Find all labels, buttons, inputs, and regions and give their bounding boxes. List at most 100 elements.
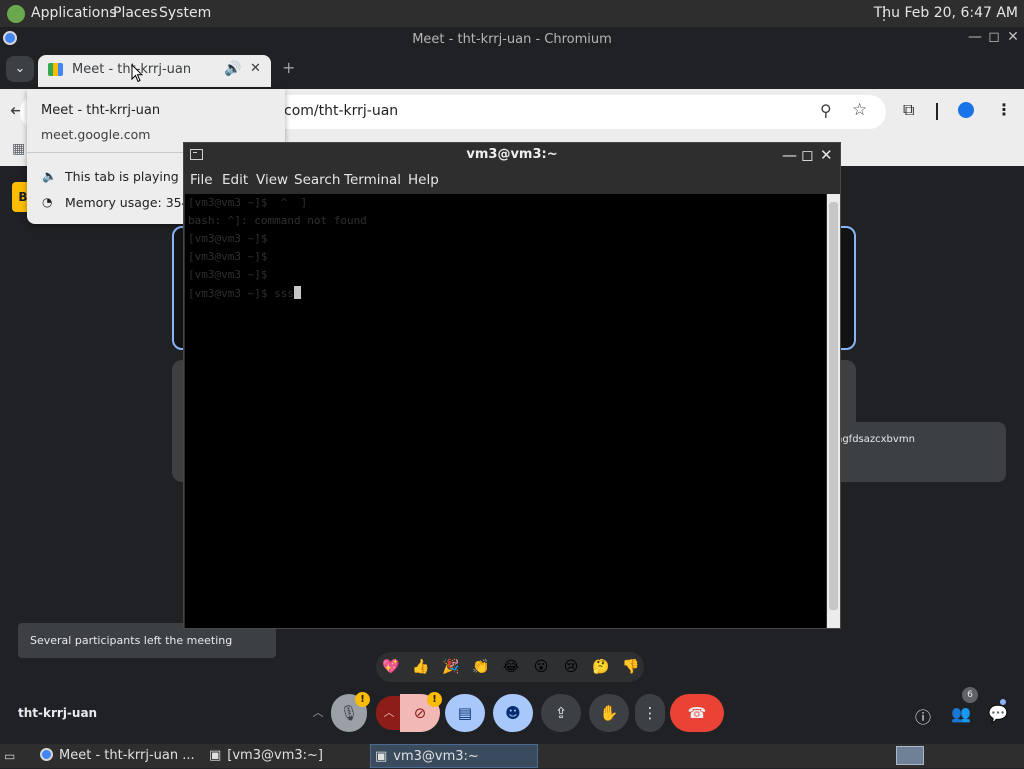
scrollbar-thumb[interactable] — [829, 202, 838, 610]
reaction-heart-icon[interactable]: 💖 — [381, 657, 401, 677]
taskbar-item-label: Meet - tht-krrj-uan ... — [59, 748, 195, 763]
people-icon[interactable]: 👥 — [951, 704, 971, 723]
workspace-switcher[interactable] — [896, 746, 924, 765]
taskbar-item-label: vm3@vm3:~ — [393, 749, 479, 764]
reaction-thumbs-down-icon[interactable]: 👎 — [621, 657, 641, 677]
speaker-icon: 🔈 — [42, 169, 57, 183]
reactions-button[interactable]: ☻ — [493, 694, 533, 732]
terminal-menu-view[interactable]: View — [256, 172, 288, 188]
close-window-button[interactable]: ✕ — [1004, 29, 1022, 45]
bookmark-star-icon[interactable]: ☆ — [852, 100, 867, 120]
taskbar-item-terminal-active[interactable]: ▣ vm3@vm3:~ — [370, 744, 538, 768]
emoji-smile-icon: ☻ — [505, 704, 521, 722]
minimize-button[interactable]: — — [966, 29, 984, 45]
people-count-badge: 6 — [962, 687, 978, 703]
terminal-menu-terminal[interactable]: Terminal — [344, 172, 401, 188]
terminal-menu-help[interactable]: Help — [408, 172, 439, 188]
terminal-maximize-button[interactable]: ◻ — [801, 146, 813, 164]
mouse-pointer-icon — [131, 64, 143, 83]
present-upload-icon: ⇪ — [554, 704, 568, 722]
terminal-icon: ▣ — [209, 748, 222, 763]
kebab-menu-icon[interactable]: ⋮ — [996, 100, 1012, 119]
toolbar-divider — [936, 103, 938, 120]
taskbar-item-browser[interactable]: Meet - tht-krrj-uan ... — [36, 744, 202, 768]
top-panel: Applications Places System Thu Feb 20, 6… — [0, 0, 1024, 27]
raise-hand-button[interactable]: ✋ — [589, 694, 629, 732]
places-menu[interactable]: Places — [113, 5, 158, 21]
terminal-window[interactable]: vm3@vm3:~ — ◻ ✕ File Edit View Search Te… — [183, 142, 841, 629]
terminal-menu-edit[interactable]: Edit — [222, 172, 248, 188]
mic-warning-badge: ! — [355, 692, 370, 707]
reaction-party-icon[interactable]: 🎉 — [441, 657, 461, 677]
captions-button[interactable]: ▤ — [445, 694, 485, 732]
participant-name: ngfdsazcxbvmn — [836, 434, 915, 445]
end-call-icon: ☎ — [687, 704, 707, 722]
tab-meet[interactable]: Meet - tht-krrj-uan 🔊 ✕ — [38, 55, 271, 87]
terminal-menu-file[interactable]: File — [190, 172, 213, 188]
show-desktop-icon[interactable]: ▭ — [4, 744, 15, 768]
hover-card-title: Meet - tht-krrj-uan — [41, 103, 161, 118]
reaction-thumbs-up-icon[interactable]: 👍 — [411, 657, 431, 677]
speaker-icon[interactable]: 🔊 — [224, 61, 241, 77]
info-icon[interactable]: ⓘ — [915, 704, 931, 728]
clock[interactable]: Thu Feb 20, 6:47 AM — [874, 5, 1018, 21]
taskbar-item-terminal-minimized[interactable]: ▣ [vm3@vm3:~] — [205, 744, 365, 768]
text-cursor — [293, 286, 301, 299]
terminal-menu-search[interactable]: Search — [294, 172, 340, 188]
hover-card-domain: meet.google.com — [41, 127, 151, 142]
captions-icon: ▤ — [457, 704, 473, 722]
camera-options-chevron-icon[interactable]: ︿ — [376, 696, 402, 730]
hand-icon: ✋ — [599, 704, 619, 722]
hover-card-memory: Memory usage: 354 — [65, 195, 190, 210]
terminal-output[interactable]: [vm3@vm3 ~]$ ^ ] bash: ^]: command not f… — [185, 194, 826, 628]
chat-unread-dot — [1000, 699, 1006, 705]
terminal-title: vm3@vm3:~ — [466, 147, 558, 162]
tab-search-button[interactable]: ⌄ — [6, 56, 34, 82]
chevron-down-icon: ⌄ — [14, 61, 26, 76]
meet-favicon-icon — [48, 63, 63, 76]
close-tab-button[interactable]: ✕ — [250, 61, 261, 76]
url-text[interactable]: com/tht-krrj-uan — [284, 103, 398, 119]
chat-icon[interactable]: 💬 — [988, 704, 1008, 723]
terminal-prompt-text: [vm3@vm3 ~]$ sss — [188, 287, 294, 300]
bottom-taskbar: ▭ Meet - tht-krrj-uan ... ▣ [vm3@vm3:~] ▣… — [0, 744, 1024, 768]
terminal-icon: ▣ — [375, 749, 388, 764]
reaction-laugh-icon[interactable]: 😂 — [501, 657, 521, 677]
present-screen-button[interactable]: ⇪ — [541, 694, 581, 732]
system-menu[interactable]: System — [159, 5, 211, 21]
terminal-line: bash: ^]: command not found — [188, 214, 367, 227]
reaction-surprised-icon[interactable]: 😮 — [531, 657, 551, 677]
terminal-menubar: File Edit View Search Terminal Help — [184, 168, 840, 193]
chromium-icon[interactable] — [3, 31, 17, 45]
kebab-menu-icon: ⋮ — [642, 704, 658, 722]
reaction-clap-icon[interactable]: 👏 — [471, 657, 491, 677]
mic-options-chevron-icon[interactable]: ︿ — [305, 696, 331, 730]
applications-menu[interactable]: Applications — [31, 5, 117, 21]
zoom-icon[interactable]: ⚲ — [820, 101, 832, 120]
terminal-line: [vm3@vm3 ~]$ — [188, 250, 268, 263]
maximize-button[interactable]: ◻ — [985, 29, 1003, 45]
hover-card-audio-status: This tab is playing au — [65, 169, 199, 184]
terminal-scrollbar[interactable] — [827, 194, 840, 628]
reactions-bar: 💖 👍 🎉 👏 😂 😮 😢 🤔 👎 — [376, 652, 644, 682]
taskbar-item-label: [vm3@vm3:~] — [227, 748, 323, 763]
memory-gauge-icon: ◔ — [42, 195, 53, 209]
profile-avatar-icon[interactable] — [958, 102, 974, 118]
terminal-line-current: [vm3@vm3 ~]$ sss — [188, 286, 301, 300]
terminal-line: [vm3@vm3 ~]$ — [188, 232, 268, 245]
reaction-thinking-icon[interactable]: 🤔 — [591, 657, 611, 677]
more-options-button[interactable]: ⋮ — [635, 694, 665, 732]
terminal-minimize-button[interactable]: — — [782, 146, 797, 164]
camera-off-icon: ⊘ — [413, 704, 427, 722]
apps-grid-icon[interactable]: ▦ — [12, 141, 25, 157]
terminal-close-button[interactable]: ✕ — [820, 146, 833, 164]
terminal-line: [vm3@vm3 ~]$ ^ ] — [188, 196, 308, 209]
reaction-sad-icon[interactable]: 😢 — [561, 657, 581, 677]
distro-logo-icon[interactable] — [6, 4, 26, 24]
leave-call-button[interactable]: ☎ — [670, 694, 724, 732]
new-tab-button[interactable]: + — [282, 58, 295, 77]
chromium-icon — [40, 748, 53, 761]
meeting-code: tht-krrj-uan — [18, 706, 98, 720]
extensions-puzzle-icon[interactable]: ⧉ — [903, 100, 914, 120]
browser-window-title: Meet - tht-krrj-uan - Chromium — [0, 27, 1024, 52]
